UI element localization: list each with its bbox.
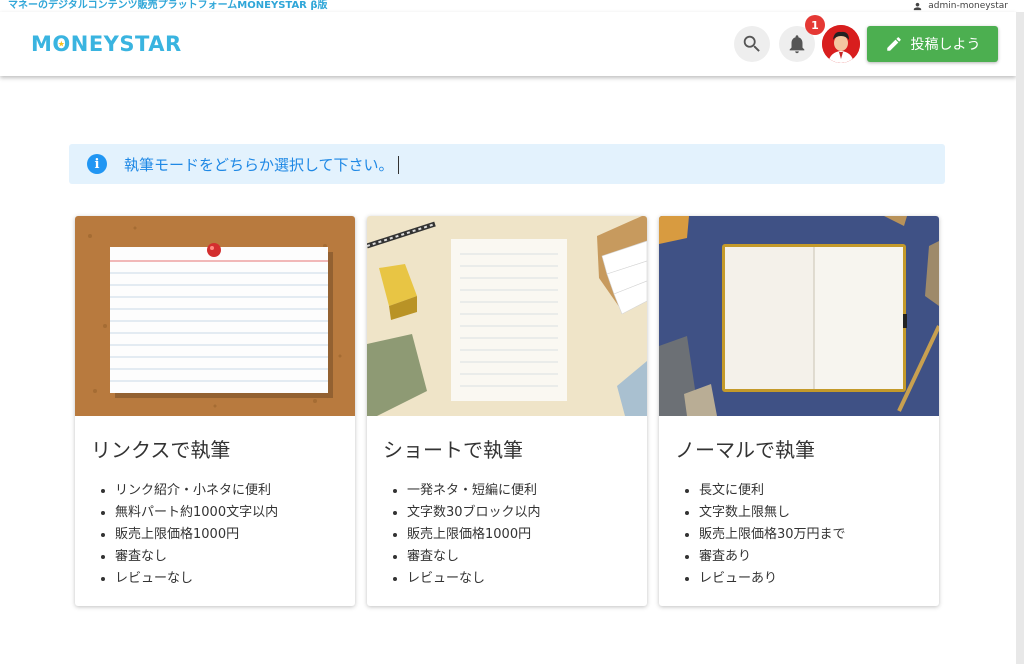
- list-item: リンク紹介・小ネタに便利: [115, 480, 278, 502]
- card-title: リンクスで執筆: [91, 438, 231, 462]
- search-icon: [743, 35, 760, 52]
- app-header: MO ★ NEYSTAR 1 投稿しよう: [0, 12, 1016, 76]
- info-alert: i 執筆モードをどちらか選択して下さい。: [69, 144, 945, 184]
- search-button[interactable]: [734, 26, 770, 62]
- avatar[interactable]: [822, 25, 860, 63]
- feature-list: 一発ネタ・短編に便利 文字数30ブロック以内 販売上限価格1000円 審査なし …: [407, 480, 541, 590]
- card-title: ノーマルで執筆: [675, 438, 815, 462]
- moneystar-logo[interactable]: MO ★ NEYSTAR: [31, 32, 182, 56]
- star-icon: ★: [57, 39, 66, 49]
- list-item: 審査あり: [699, 546, 846, 568]
- post-button[interactable]: 投稿しよう: [867, 26, 998, 62]
- mode-card-short[interactable]: ショートで執筆 一発ネタ・短編に便利 文字数30ブロック以内 販売上限価格100…: [367, 216, 647, 606]
- list-item: 販売上限価格1000円: [407, 524, 541, 546]
- scrollbar[interactable]: [1016, 12, 1024, 664]
- list-item: 一発ネタ・短編に便利: [407, 480, 541, 502]
- post-button-label: 投稿しよう: [910, 37, 981, 53]
- list-item: レビューなし: [407, 568, 541, 590]
- card-title: ショートで執筆: [383, 438, 523, 462]
- text-cursor: [397, 156, 399, 174]
- feature-list: リンク紹介・小ネタに便利 無料パート約1000文字以内 販売上限価格1000円 …: [115, 480, 278, 590]
- list-item: 文字数30ブロック以内: [407, 502, 541, 524]
- alert-message: 執筆モードをどちらか選択して下さい。: [124, 155, 394, 174]
- list-item: レビューあり: [699, 568, 846, 590]
- desk-letter-paper-image: [367, 216, 647, 416]
- mode-card-normal[interactable]: ノーマルで執筆 長文に便利 文字数上限無し 販売上限価格30万円まで 審査あり …: [659, 216, 939, 606]
- bell-icon: [789, 35, 805, 54]
- open-notebook-image: [659, 216, 939, 416]
- notification-badge: 1: [805, 15, 825, 35]
- list-item: 文字数上限無し: [699, 502, 846, 524]
- list-item: 販売上限価格1000円: [115, 524, 278, 546]
- list-item: 無料パート約1000文字以内: [115, 502, 278, 524]
- username-label: admin-moneystar: [928, 1, 1008, 11]
- person-icon: [914, 2, 922, 11]
- user-account[interactable]: admin-moneystar: [912, 1, 1008, 12]
- site-tagline: マネーのデジタルコンテンツ販売プラットフォームMONEYSTAR β版: [8, 0, 328, 11]
- top-strip: マネーのデジタルコンテンツ販売プラットフォームMONEYSTAR β版 admi…: [0, 0, 1024, 12]
- pencil-icon: [886, 37, 901, 51]
- list-item: 審査なし: [407, 546, 541, 568]
- list-item: 長文に便利: [699, 480, 846, 502]
- corkboard-notecard-image: [75, 216, 355, 416]
- list-item: 販売上限価格30万円まで: [699, 524, 846, 546]
- feature-list: 長文に便利 文字数上限無し 販売上限価格30万円まで 審査あり レビューあり: [699, 480, 846, 590]
- info-icon: i: [87, 154, 107, 174]
- list-item: 審査なし: [115, 546, 278, 568]
- mode-card-links[interactable]: リンクスで執筆 リンク紹介・小ネタに便利 無料パート約1000文字以内 販売上限…: [75, 216, 355, 606]
- list-item: レビューなし: [115, 568, 278, 590]
